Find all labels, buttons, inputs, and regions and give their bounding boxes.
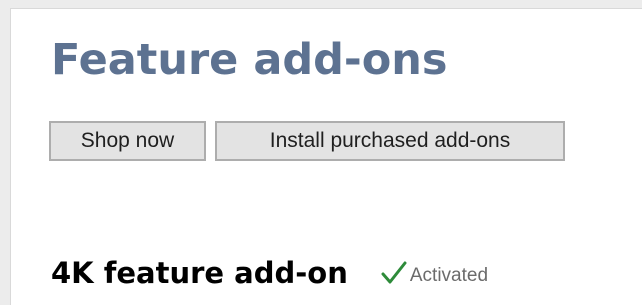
install-purchased-add-ons-button[interactable]: Install purchased add-ons bbox=[215, 121, 565, 161]
shop-now-button[interactable]: Shop now bbox=[49, 121, 206, 161]
checkmark-icon bbox=[380, 259, 408, 287]
content-panel: Feature add-ons Shop now Install purchas… bbox=[10, 8, 642, 305]
status-label: Activated bbox=[409, 265, 489, 286]
feature-name: 4K feature add-on bbox=[51, 256, 348, 290]
feature-item: 4K feature add-on Activated bbox=[51, 253, 488, 293]
page-title: Feature add-ons bbox=[51, 35, 448, 85]
